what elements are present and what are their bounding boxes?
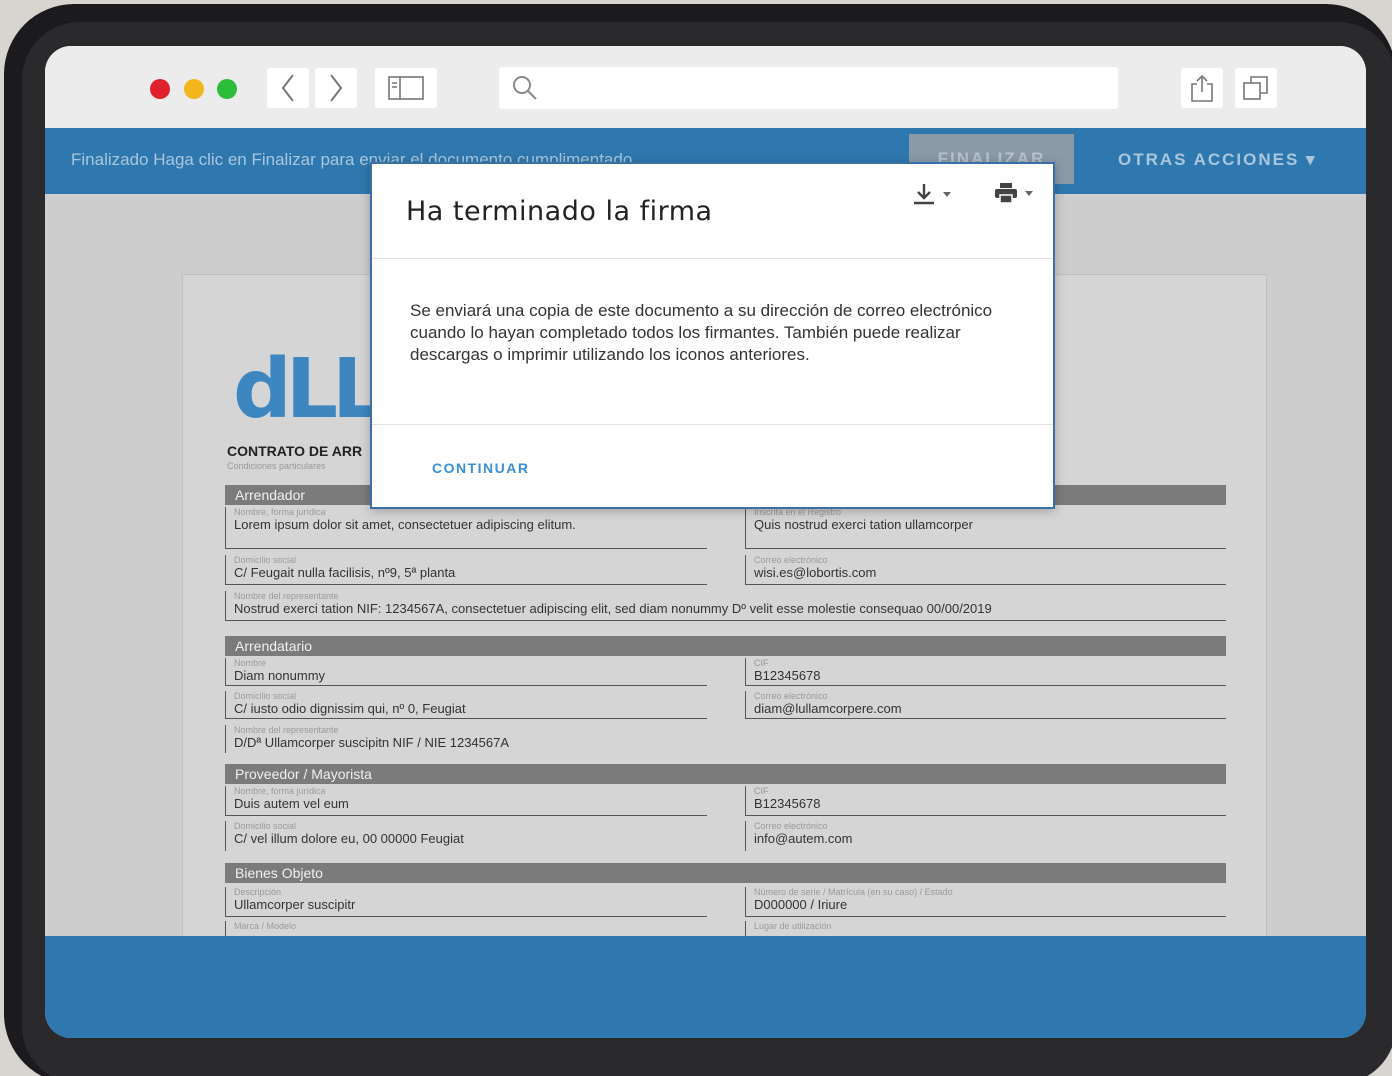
field-value: wisi.es@lobortis.com bbox=[754, 565, 877, 580]
chevron-down-icon bbox=[943, 191, 951, 197]
dialog-message: Se enviará una copia de este documento a… bbox=[410, 301, 993, 364]
field-arrendatario-correo[interactable]: Correo electrónico diam@lullamcorpere.co… bbox=[745, 691, 1226, 719]
field-arrendatario-domicilio[interactable]: Domicilio social C/ iusto odio dignissim… bbox=[225, 691, 707, 719]
sidebar-toggle-button[interactable] bbox=[375, 68, 437, 108]
contract-subtitle: Condiciones particulares bbox=[227, 461, 326, 471]
print-button[interactable] bbox=[994, 182, 1033, 204]
print-icon bbox=[995, 183, 1017, 204]
field-label: Nombre del representante bbox=[234, 725, 339, 735]
field-value: Diam nonummy bbox=[234, 668, 326, 683]
dialog-divider-bottom bbox=[372, 424, 1053, 425]
section-bienes: Bienes Objeto bbox=[225, 863, 1226, 883]
field-label: Correo electrónico bbox=[754, 691, 828, 701]
field-label: Nombre bbox=[234, 658, 267, 668]
field-value: Duis autem vel eum bbox=[234, 796, 349, 811]
field-value: Lorem ipsum dolor sit amet, consectetuer… bbox=[234, 517, 576, 532]
field-arrendador-correo[interactable]: Correo electrónico wisi.es@lobortis.com bbox=[745, 555, 1226, 585]
field-arrendatario-cif[interactable]: CIF B12345678 bbox=[745, 658, 1226, 686]
chevron-down-icon bbox=[1025, 190, 1033, 196]
field-label: Lugar de utilización bbox=[754, 921, 832, 931]
chevron-right-icon bbox=[330, 74, 343, 102]
field-value: diam@lullamcorpere.com bbox=[754, 701, 902, 716]
document-viewer: dLL fi pa CONTRATO DE ARR Condiciones pa… bbox=[45, 162, 1366, 994]
field-label: Domicilio social bbox=[234, 555, 297, 565]
field-value: Ullamcorper suscipitr bbox=[234, 897, 356, 912]
field-label: Número de serie / Matrícula (en su caso)… bbox=[754, 887, 953, 897]
share-button[interactable] bbox=[1181, 68, 1223, 108]
bottom-bar bbox=[45, 936, 1366, 1038]
back-button[interactable] bbox=[267, 68, 309, 108]
field-label: Descripción bbox=[234, 887, 282, 897]
field-value: B12345678 bbox=[754, 668, 821, 683]
minimize-window-button[interactable] bbox=[184, 79, 204, 99]
search-icon bbox=[513, 76, 537, 100]
address-bar[interactable] bbox=[499, 67, 1118, 109]
close-window-button[interactable] bbox=[150, 79, 170, 99]
other-actions-menu[interactable]: OTRAS ACCIONES ▾ bbox=[1118, 150, 1317, 170]
share-icon bbox=[1191, 74, 1213, 102]
chevron-left-icon bbox=[281, 74, 294, 102]
field-label: CIF bbox=[754, 786, 769, 796]
field-label: Nombre del representante bbox=[234, 591, 339, 601]
field-value: C/ vel illum dolore eu, 00 00000 Feugiat bbox=[234, 831, 464, 846]
field-value: C/ iusto odio dignissim qui, nº 0, Feugi… bbox=[234, 701, 466, 716]
continue-button[interactable]: CONTINUAR bbox=[432, 460, 530, 476]
contract-title: CONTRATO DE ARR bbox=[227, 443, 363, 459]
field-label: Correo electrónico bbox=[754, 555, 828, 565]
field-arrendatario-nombre[interactable]: Nombre Diam nonummy bbox=[225, 658, 707, 686]
field-proveedor-correo[interactable]: Correo electrónico info@autem.com bbox=[745, 821, 1226, 851]
field-label: Nombre, forma jurídica bbox=[234, 786, 326, 796]
forward-button[interactable] bbox=[315, 68, 357, 108]
field-label: Marca / Modelo bbox=[234, 921, 297, 931]
field-label: Domicilio social bbox=[234, 821, 297, 831]
section-proveedor: Proveedor / Mayorista bbox=[225, 764, 1226, 784]
field-label: Correo electrónico bbox=[754, 821, 828, 831]
field-value: Quis nostrud exerci tation ullamcorper bbox=[754, 517, 973, 532]
field-bienes-descripcion[interactable]: Descripción Ullamcorper suscipitr bbox=[225, 887, 707, 917]
field-proveedor-cif[interactable]: CIF B12345678 bbox=[745, 786, 1226, 816]
field-value: D000000 / Iriure bbox=[754, 897, 848, 912]
field-value: B12345678 bbox=[754, 796, 821, 811]
field-label: Domicilio social bbox=[234, 691, 297, 701]
browser-toolbar bbox=[45, 46, 1366, 128]
dialog-divider-top bbox=[372, 258, 1053, 259]
download-button[interactable] bbox=[912, 182, 951, 206]
address-input[interactable] bbox=[549, 73, 1109, 103]
maximize-window-button[interactable] bbox=[217, 79, 237, 99]
field-label: CIF bbox=[754, 658, 769, 668]
dialog-title: Ha terminado la firma bbox=[406, 196, 713, 227]
section-arrendatario: Arrendatario bbox=[225, 636, 1226, 656]
field-arrendador-registro[interactable]: Inscrita en el Registro Quis nostrud exe… bbox=[745, 507, 1226, 549]
field-value: info@autem.com bbox=[754, 831, 853, 846]
logo-mark: dLL bbox=[233, 342, 384, 437]
field-arrendador-domicilio[interactable]: Domicilio social C/ Feugait nulla facili… bbox=[225, 555, 707, 585]
field-arrendatario-representante[interactable]: Nombre del representante D/Dª Ullamcorpe… bbox=[225, 725, 1226, 753]
field-bienes-serie[interactable]: Número de serie / Matrícula (en su caso)… bbox=[745, 887, 1226, 917]
field-arrendador-nombre[interactable]: Nombre, forma jurídica Lorem ipsum dolor… bbox=[225, 507, 707, 549]
field-value: C/ Feugait nulla facilisis, nº9, 5ª plan… bbox=[234, 565, 456, 580]
tabs-button[interactable] bbox=[1235, 68, 1277, 108]
field-proveedor-domicilio[interactable]: Domicilio social C/ vel illum dolore eu,… bbox=[225, 821, 707, 851]
sidebar-icon bbox=[388, 76, 424, 100]
field-proveedor-nombre[interactable]: Nombre, forma jurídica Duis autem vel eu… bbox=[225, 786, 707, 816]
tabs-icon bbox=[1243, 76, 1268, 100]
download-icon bbox=[914, 184, 934, 205]
signing-complete-dialog: Ha terminado la firma Se enviará una cop… bbox=[370, 162, 1055, 509]
screen: Finalizado Haga clic en Finalizar para e… bbox=[45, 46, 1366, 1038]
field-value: D/Dª Ullamcorper suscipitn NIF / NIE 123… bbox=[234, 735, 510, 750]
field-value: Nostrud exerci tation NIF: 1234567A, con… bbox=[234, 601, 992, 616]
field-arrendador-representante[interactable]: Nombre del representante Nostrud exerci … bbox=[225, 591, 1226, 621]
